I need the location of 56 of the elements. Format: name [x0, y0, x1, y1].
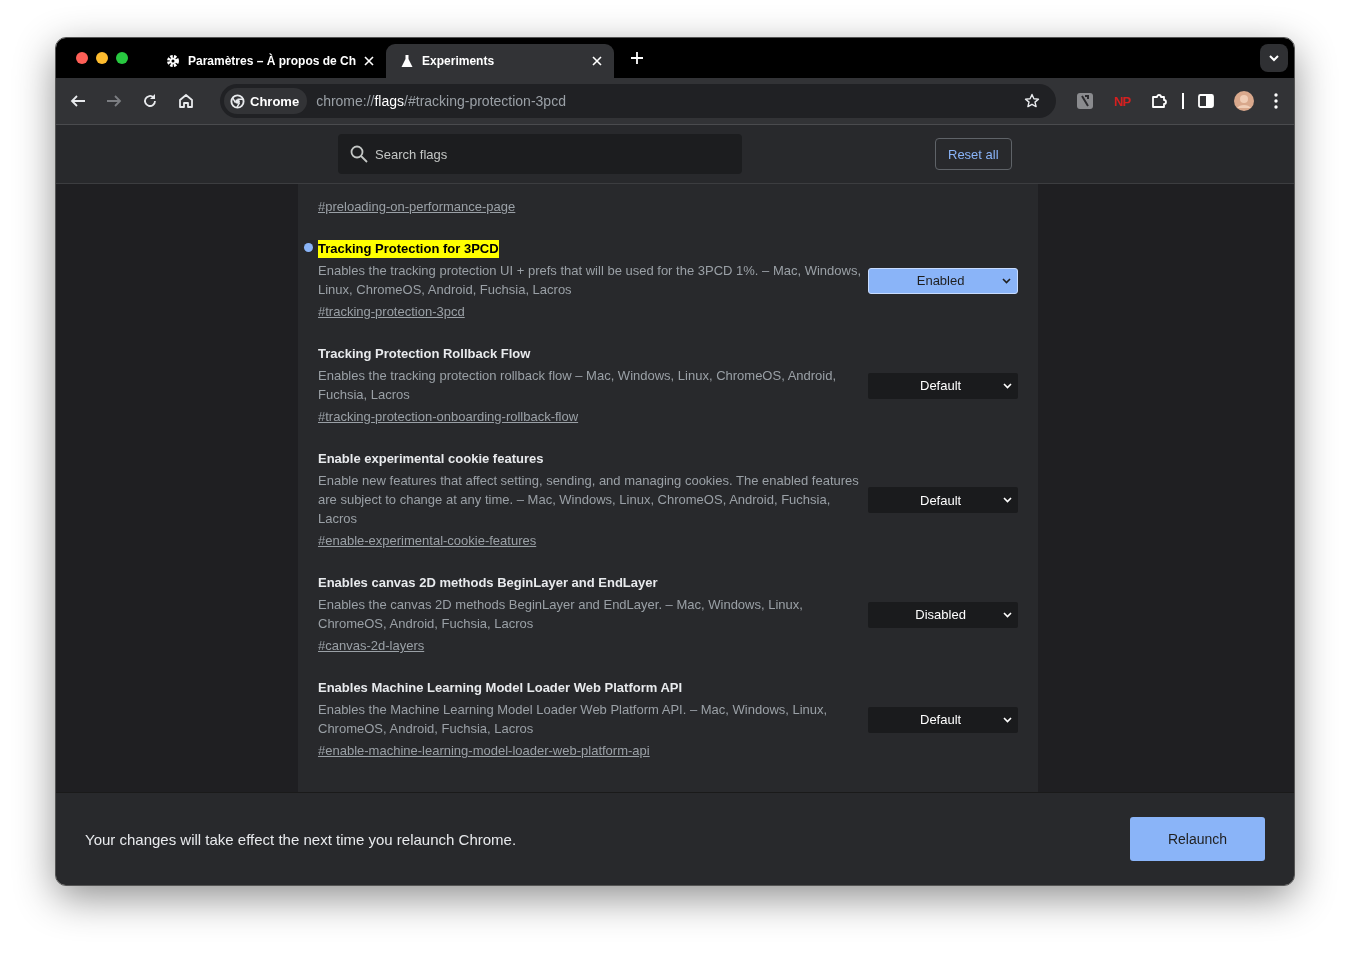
forward-icon[interactable] [106, 93, 122, 109]
flag-link[interactable]: #tracking-protection-3pcd [318, 304, 465, 319]
side-panel-icon[interactable] [1198, 93, 1215, 109]
flag-link[interactable]: #enable-experimental-cookie-features [318, 533, 537, 548]
flag-title: Enable experimental cookie features [318, 450, 544, 468]
flag-description: Enables the tracking protection rollback flow – Mac, Windows, Linux, ChromeOS, Android, Fuchsia, Lacros [318, 367, 838, 404]
browser-tab[interactable]: Paramètres – À propos de Ch [152, 44, 387, 78]
flask-icon [400, 54, 415, 68]
address-bar[interactable]: Chrome chrome://flags/#tracking-protection-3pcd [220, 84, 1056, 118]
home-icon[interactable] [178, 93, 194, 109]
tab-search-button[interactable] [1260, 44, 1288, 72]
url-text: chrome://flags/#tracking-protection-3pcd [316, 93, 566, 109]
flag-description: Enables the tracking protection UI + prefs that will be used for the 3PCD 1%. – Mac, Windows, Linux, ChromeOS, Android, Fuchsia, Lacros [318, 262, 862, 299]
flag-link[interactable]: #tracking-protection-onboarding-rollback-flow [318, 409, 579, 424]
gear-icon [166, 54, 180, 68]
flag-link[interactable]: #canvas-2d-layers [318, 638, 425, 653]
chevron-icon [1268, 54, 1280, 62]
bookmark-star-icon[interactable] [1024, 93, 1040, 109]
close-tab-icon[interactable] [364, 56, 375, 66]
flag-link[interactable]: #enable-machine-learning-model-loader-web-platform-api [318, 743, 650, 758]
flag-description: Enable new features that affect setting, sending, and managing cookies. The enabled features are subject to change at any time. – Mac, Windows, Linux, ChromeOS, Android, Fuchsia, Lacros [318, 472, 860, 528]
close-window-button[interactable] [76, 52, 88, 64]
flag-title: Enables Machine Learning Model Loader Web Platform API [318, 679, 683, 697]
search-field[interactable]: Search flags [338, 134, 742, 174]
flag-dropdown[interactable]: Default [868, 706, 1018, 733]
flag-title: Enables canvas 2D methods BeginLayer and EndLayer [318, 574, 658, 592]
reload-icon[interactable] [142, 93, 158, 109]
avatar-icon[interactable] [1234, 91, 1255, 111]
search-icon [350, 145, 368, 163]
flag-link[interactable]: #preloading-on-performance-page [318, 199, 516, 214]
back-icon[interactable] [70, 93, 86, 109]
caret-icon [1003, 382, 1012, 389]
caret-icon [1003, 716, 1012, 723]
relaunch-message: Your changes will take effect the next time you relaunch Chrome. [85, 830, 517, 848]
flag-dropdown[interactable]: Default [868, 372, 1018, 399]
flag-dropdown[interactable]: Enabled [868, 267, 1018, 294]
flag-description: Enables the Machine Learning Model Loader Web Platform API. – Mac, Windows, Linux, ChromeOS, Android, Fuchsia, Lacros [318, 701, 829, 738]
flag-dropdown[interactable]: Default [868, 487, 1018, 513]
relaunch-button[interactable]: Relaunch [1130, 817, 1265, 861]
extension-icon[interactable] [1076, 92, 1094, 110]
menu-icon[interactable] [1274, 93, 1279, 109]
caret-icon [1002, 277, 1011, 284]
flag-description: Enables the canvas 2D methods BeginLayer and EndLayer. – Mac, Windows, Linux, ChromeOS, Android, Fuchsia, Lacros [318, 596, 804, 633]
flag-dropdown[interactable]: Disabled [868, 601, 1018, 628]
minimize-window-button[interactable] [96, 52, 108, 64]
chrome-icon [230, 93, 245, 109]
flag-title: Tracking Protection Rollback Flow [318, 345, 531, 363]
zoom-window-button[interactable] [116, 52, 128, 64]
flag-title: Tracking Protection for 3PCD [318, 240, 499, 258]
caret-icon [1003, 497, 1012, 503]
caret-icon [1003, 611, 1012, 618]
puzzle-icon[interactable] [1150, 92, 1169, 110]
site-chip[interactable]: Chrome [224, 88, 308, 114]
browser-tab[interactable]: Experiments [386, 44, 615, 78]
reset-all-button[interactable]: Reset all [935, 138, 1012, 170]
close-tab-icon[interactable] [592, 56, 603, 66]
